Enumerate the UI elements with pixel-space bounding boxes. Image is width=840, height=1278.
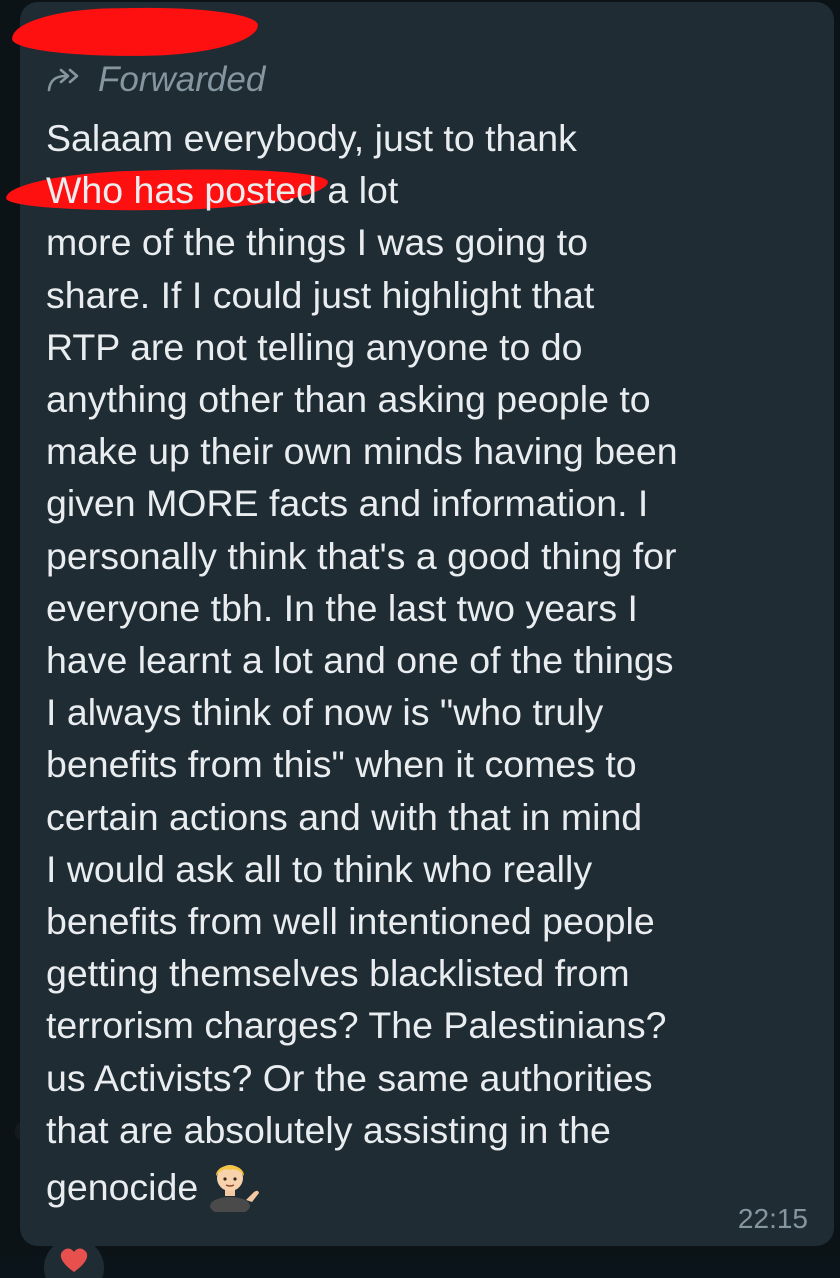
message-body: Salaam everybody, just to thank Who has … bbox=[46, 117, 678, 1209]
redaction-mark-sender bbox=[11, 5, 259, 59]
heart-reaction-icon[interactable] bbox=[42, 1238, 106, 1278]
message-bubble[interactable]: Forwarded Salaam everybody, just to than… bbox=[5, 2, 834, 1246]
message-timestamp: 22:15 bbox=[737, 1203, 808, 1234]
message-text: Salaam everybody, just to thank Who has … bbox=[46, 112, 826, 1213]
person-tipping-hand-emoji-icon bbox=[210, 1165, 260, 1213]
forwarded-indicator: Forwarded bbox=[46, 60, 265, 100]
forwarded-icon bbox=[47, 68, 79, 92]
forwarded-label: Forwarded bbox=[98, 60, 266, 99]
